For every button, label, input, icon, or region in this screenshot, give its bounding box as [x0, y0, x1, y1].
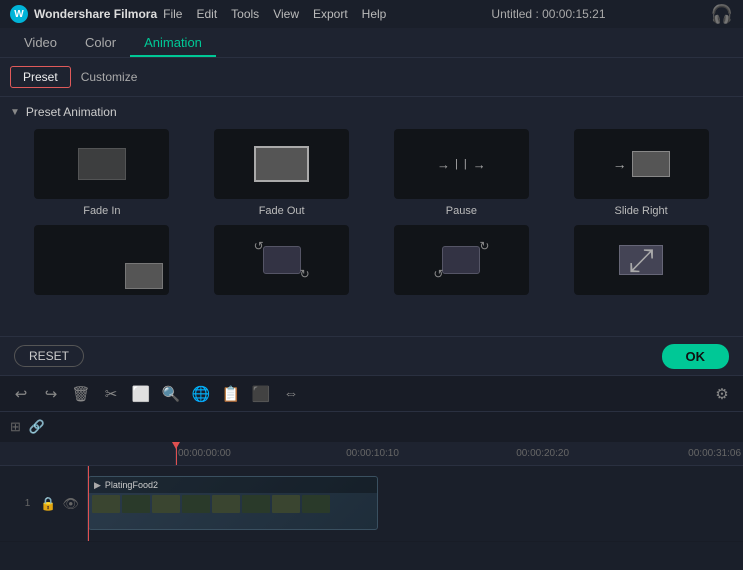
time-marker-1: 00:00:10:10 [346, 448, 399, 459]
track-content: ▶ PlatingFood2 [88, 466, 743, 541]
menu-tools[interactable]: Tools [231, 7, 259, 21]
frame-6 [242, 495, 270, 513]
magnet-icon[interactable]: 🔗 [29, 419, 45, 435]
delete-icon[interactable]: 🗑 [70, 383, 92, 405]
frame-2 [122, 495, 150, 513]
menu-export[interactable]: Export [313, 7, 348, 21]
track-controls: 1 🔒 👁 [0, 466, 88, 541]
action-bar: RESET OK [0, 337, 743, 375]
customize-button[interactable]: Customize [81, 70, 138, 84]
clip-header: ▶ PlatingFood2 [89, 477, 377, 493]
thumb-fade-out [214, 129, 349, 199]
ok-button[interactable]: OK [662, 344, 730, 369]
visibility-icon[interactable]: 👁 [62, 496, 79, 512]
toolbar: ↩ ↪ 🗑 ✂ ⬜ 🔍 🌐 📋 ⬛ ⇔ ⚙ [0, 376, 743, 412]
crop-icon[interactable]: ⬜ [130, 383, 152, 405]
lock-icon[interactable]: 🔒 [40, 496, 56, 512]
frame-7 [272, 495, 300, 513]
reset-button[interactable]: RESET [14, 345, 84, 367]
preset-row2-1[interactable] [16, 225, 188, 301]
frame-1 [92, 495, 120, 513]
cut-icon[interactable]: ✂ [100, 383, 122, 405]
ruler-track: 00:00:00:00 00:00:10:10 00:00:20:20 00:0… [176, 442, 743, 465]
thumb-row2-2: ↺ ↻ [214, 225, 349, 295]
audio-icon[interactable]: ⇔ [280, 383, 302, 405]
color-icon[interactable]: 🌐 [190, 383, 212, 405]
video-clip[interactable]: ▶ PlatingFood2 [88, 476, 378, 530]
clip-frames [89, 493, 377, 530]
headphone-icon: 🎧 [711, 4, 733, 25]
time-marker-0: 00:00:00:00 [178, 448, 231, 459]
menu-file[interactable]: File [163, 7, 182, 21]
menu-view[interactable]: View [273, 7, 299, 21]
menu-edit[interactable]: Edit [196, 7, 217, 21]
time-marker-2: 00:00:20:20 [516, 448, 569, 459]
thumb-slide-right: → [574, 129, 709, 199]
undo-icon[interactable]: ↩ [10, 383, 32, 405]
thumb-row2-3: ↻ ↺ [394, 225, 529, 295]
preset-fade-in[interactable]: Fade In [16, 129, 188, 217]
preset-button[interactable]: Preset [10, 66, 71, 88]
section-header: ▼ Preset Animation [10, 105, 733, 119]
timeline-tracks: 1 🔒 👁 ▶ PlatingFood2 [0, 466, 743, 541]
collapse-arrow[interactable]: ▼ [10, 107, 20, 118]
clip-play-icon: ▶ [94, 480, 101, 491]
preset-row2-2[interactable]: ↺ ↻ [196, 225, 368, 301]
title-bar-left: W Wondershare Filmora File Edit Tools Vi… [10, 5, 386, 23]
title-bar: W Wondershare Filmora File Edit Tools Vi… [0, 0, 743, 28]
settings-icon[interactable]: ⚙ [711, 383, 733, 405]
mosaic-icon[interactable]: 📋 [220, 383, 242, 405]
preset-label-slide-right: Slide Right [615, 205, 668, 217]
clip-name: PlatingFood2 [105, 480, 158, 490]
app-logo: W [10, 5, 28, 23]
thumb-pause: → | | → [394, 129, 529, 199]
menu-bar: File Edit Tools View Export Help [163, 7, 386, 21]
preset-pause[interactable]: → | | → Pause [376, 129, 548, 217]
preset-row2-4[interactable]: ⤢ [555, 225, 727, 301]
tab-color[interactable]: Color [71, 29, 130, 56]
preset-fade-out[interactable]: Fade Out [196, 129, 368, 217]
thumb-row2-4: ⤢ [574, 225, 709, 295]
playhead-line [88, 466, 89, 541]
layer-number: 1 [25, 498, 31, 509]
timeline-ruler: 00:00:00:00 00:00:10:10 00:00:20:20 00:0… [0, 442, 743, 466]
sub-tab-bar: Preset Customize [0, 58, 743, 96]
frame-5 [212, 495, 240, 513]
preset-row2-3[interactable]: ↻ ↺ [376, 225, 548, 301]
time-marker-3: 00:00:31:06 [688, 448, 741, 459]
frame-4 [182, 495, 210, 513]
animation-panel: ▼ Preset Animation Fade In Fade Out → | … [0, 97, 743, 337]
section-title: Preset Animation [26, 105, 117, 119]
preset-label-pause: Pause [446, 205, 477, 217]
preset-slide-right[interactable]: → Slide Right [555, 129, 727, 217]
thumb-fade-in [34, 129, 169, 199]
zoom-icon[interactable]: 🔍 [160, 383, 182, 405]
tab-animation[interactable]: Animation [130, 29, 216, 56]
preset-label-fade-in: Fade In [83, 205, 120, 217]
tab-video[interactable]: Video [10, 29, 71, 56]
redo-icon[interactable]: ↪ [40, 383, 62, 405]
frame-3 [152, 495, 180, 513]
window-title: Untitled : 00:00:15:21 [491, 7, 605, 21]
thumb-row2-1 [34, 225, 169, 295]
timeline-area: ⊞ 🔗 00:00:00:00 00:00:10:10 00:00:20:20 … [0, 412, 743, 542]
add-track-icon[interactable]: ⊞ [10, 419, 21, 435]
menu-help[interactable]: Help [362, 7, 387, 21]
presets-grid: Fade In Fade Out → | | → Pause [10, 129, 733, 301]
app-name: Wondershare Filmora [34, 7, 157, 21]
tab-bar: Video Color Animation [0, 28, 743, 58]
layout-icon[interactable]: ⬛ [250, 383, 272, 405]
preset-label-fade-out: Fade Out [259, 205, 305, 217]
frame-8 [302, 495, 330, 513]
